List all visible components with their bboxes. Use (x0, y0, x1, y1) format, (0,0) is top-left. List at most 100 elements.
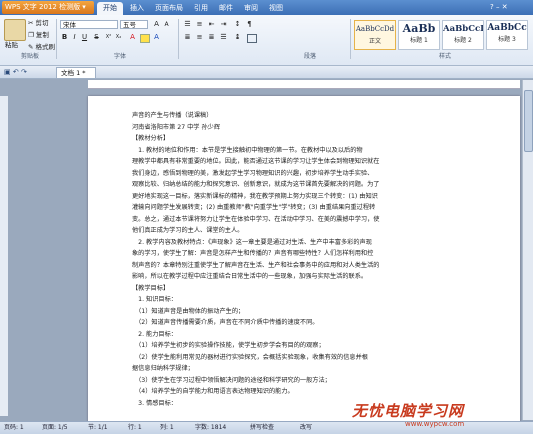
doc-line: 2. 教学内容及教材特点：《声现象》这一章主要是通过对生活、生产中丰富多彩的声现 (132, 238, 372, 246)
doc-line: 他们真正成为学习的主人、课堂的主人。 (132, 227, 244, 234)
copy-label: 复制 (35, 31, 49, 39)
borders-icon[interactable] (247, 34, 257, 43)
tab-home[interactable]: 开始 (97, 2, 123, 15)
status-word-count[interactable]: 字数: 1814 (195, 422, 226, 434)
doc-line: 1. 知识目标： (132, 296, 177, 303)
group-label-styles: 样式 (438, 53, 451, 60)
sort-icon[interactable]: ↕ (233, 20, 242, 29)
grow-font-icon[interactable]: A (152, 20, 161, 29)
style-sample: AaBbCcDd (355, 25, 395, 33)
style-name: 标题 1 (410, 37, 428, 44)
scrollbar-thumb[interactable] (524, 90, 533, 152)
status-row: 行: 1 (128, 424, 142, 431)
superscript-button[interactable]: X² (104, 33, 113, 42)
undo-icon[interactable]: ↶ (13, 68, 19, 76)
font-name-select[interactable]: 宋体 (60, 20, 118, 29)
underline-button[interactable]: U (80, 33, 89, 42)
style-sample: AaBb (402, 22, 436, 35)
style-heading-1[interactable]: AaBb 标题 1 (398, 20, 440, 50)
vertical-ruler (0, 96, 8, 416)
group-label-paragraph: 段落 (303, 53, 316, 60)
status-pages: 页面: 1/5 (42, 424, 68, 431)
copy-icon: ❐ (28, 31, 34, 39)
doc-line: 【教学目标】 (132, 284, 170, 292)
decrease-indent-icon[interactable]: ⇤ (207, 20, 216, 29)
doc-line: 变。总之，通过本节课将努力让学生在体验中学习、在活动中学习、在美的震撼中学习，使 (132, 215, 380, 223)
quick-access-toolbar: ▣ ↶ ↷ (4, 68, 27, 76)
strikethrough-button[interactable]: S (92, 33, 101, 42)
status-page: 页码: 1 (4, 424, 24, 431)
justify-icon[interactable]: ☰ (219, 33, 228, 42)
doc-line: 观察比较、归纳总结的能力和探究意识、创新意识，就成为这节课首先要解决的问题。为了 (132, 181, 380, 188)
group-separator (350, 19, 351, 59)
show-marks-icon[interactable]: ¶ (245, 20, 254, 29)
style-sample: AaBbCc (487, 23, 527, 33)
window-controls: ? – ✕ (490, 3, 528, 12)
horizontal-ruler[interactable] (88, 80, 520, 89)
style-name: 标题 3 (498, 36, 516, 43)
doc-line: （1）培养学生初步的实验操作技能，使学生初步学会有目的的观察； (132, 342, 325, 349)
bold-button[interactable]: B (60, 33, 69, 42)
copy-button[interactable]: ❐ 复制 (28, 30, 49, 40)
watermark-url: www.wypcw.com (405, 420, 465, 428)
doc-line: （2）使学生能利用常见的器材进行实验探究，会概括实验现象，收集有效的信息并根 (132, 353, 368, 361)
document-page[interactable]: 声音的产生与传播（说课稿） 河南省洛阳市第 27 中学 孙少辉 【教材分析】 1… (88, 96, 520, 426)
char-shading-icon[interactable]: A (152, 33, 161, 42)
doc-line: 河南省洛阳市第 27 中学 孙少辉 (132, 123, 221, 131)
highlight-icon[interactable] (140, 34, 150, 43)
paste-icon[interactable] (4, 19, 26, 41)
close-icon[interactable]: ✕ (502, 3, 508, 11)
doc-line: 制声音的？本章特别注重使学生了解声音在生活、生产和社会事务中的应用和对人类生活的 (132, 261, 380, 269)
doc-line: （3）使学生在学习过程中领悟解决问题的途径和科学研究的一般方法； (132, 376, 331, 384)
subscript-button[interactable]: X₂ (114, 33, 123, 42)
document-tab[interactable]: 文档 1 * (56, 67, 96, 78)
line-spacing-icon[interactable]: ↨ (233, 33, 242, 42)
cut-button[interactable]: ✂ 剪切 (28, 18, 49, 28)
align-center-icon[interactable]: ≡ (195, 33, 204, 42)
doc-line: 1. 教材的地位和作用：本节是学生接触初中物理的第一节。在教材中以及以后的物 (132, 146, 363, 154)
doc-line: （2）知道声音传播需要介质，声音在不同介质中传播的速度不同。 (132, 319, 319, 326)
doc-line: 2. 能力目标： (132, 330, 177, 338)
doc-line: （1）知道声音是由物体的振动产生的； (132, 307, 245, 315)
tab-insert[interactable]: 插入 (126, 2, 148, 15)
tab-references[interactable]: 引用 (190, 2, 212, 15)
brush-icon: ✎ (28, 43, 34, 51)
scissors-icon: ✂ (28, 19, 34, 27)
style-normal[interactable]: AaBbCcDd 正文 (354, 20, 396, 50)
tab-page-layout[interactable]: 页面布局 (151, 2, 187, 15)
shrink-font-icon[interactable]: A (162, 20, 171, 29)
group-label-clipboard: 剪贴板 (20, 53, 39, 60)
redo-icon[interactable]: ↷ (21, 68, 27, 76)
style-heading-2[interactable]: AaBbCcDd 标题 2 (442, 20, 484, 50)
align-right-icon[interactable]: ≣ (207, 33, 216, 42)
doc-line: 灌输向问题学生发展转变；(2) 由重教师"教"向重学生"学"转变；(3) 由重结… (132, 204, 376, 211)
paragraph-controls: ☰ ≡ ⇤ ⇥ ↕ ¶ ≣ ≡ ≣ ☰ ↨ (183, 20, 348, 44)
align-left-icon[interactable]: ≣ (183, 33, 192, 42)
doc-line: 理教学中都具有非常重要的地位。因此，能否通过这节课的学习让学生体会到物理知识就在 (132, 158, 380, 165)
paste-button-label[interactable]: 粘贴 (5, 40, 18, 50)
format-painter-label: 格式刷 (35, 43, 56, 51)
group-label-font: 字体 (113, 53, 126, 60)
minimize-icon[interactable]: – (496, 3, 500, 11)
tab-mailings[interactable]: 邮件 (215, 2, 237, 15)
doc-line: （4）培养学生的自学能力和用语言表达物理知识的能力。 (132, 388, 294, 395)
status-insert-mode[interactable]: 改写 (300, 422, 312, 434)
italic-button[interactable]: I (70, 33, 79, 42)
font-size-select[interactable]: 五号 (120, 20, 148, 29)
group-separator (56, 19, 57, 59)
doc-line: 更好地实现这一目标，落实新课标的精神，我在教学预期上努力实现三个转变：(1) 由… (132, 192, 378, 200)
tab-view[interactable]: 视图 (265, 2, 287, 15)
app-menu-button[interactable]: WPS 文字 2012 检测版 ▾ (2, 1, 94, 14)
group-separator (178, 19, 179, 59)
tab-review[interactable]: 审阅 (240, 2, 262, 15)
numbering-icon[interactable]: ≡ (195, 20, 204, 29)
doc-line: 影响，所以在教学过程中应注重结合日常生活中的一些现象，加强与实际生活的联系。 (132, 273, 368, 280)
document-body[interactable]: 声音的产生与传播（说课稿） 河南省洛阳市第 27 中学 孙少辉 【教材分析】 1… (132, 110, 502, 409)
style-heading-3[interactable]: AaBbCc 标题 3 (486, 20, 528, 50)
bullets-icon[interactable]: ☰ (183, 20, 192, 29)
status-spelling[interactable]: 拼写检查 (250, 422, 274, 434)
increase-indent-icon[interactable]: ⇥ (219, 20, 228, 29)
font-color-button[interactable]: A (128, 33, 137, 42)
save-icon[interactable]: ▣ (4, 68, 11, 76)
help-icon[interactable]: ? (490, 3, 494, 11)
